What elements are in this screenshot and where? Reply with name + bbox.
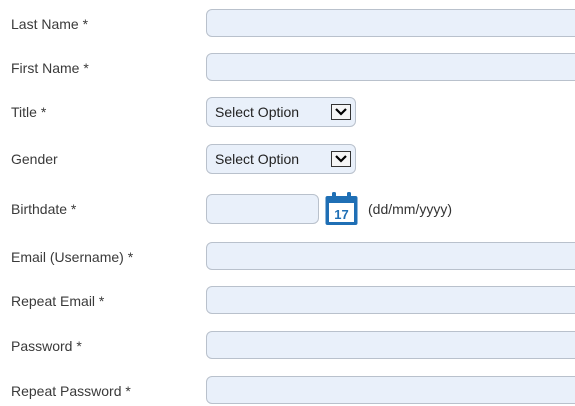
birthdate-field[interactable] [206, 194, 319, 224]
password-label: Password * [11, 338, 82, 354]
gender-label: Gender [11, 151, 58, 167]
title-select-value: Select Option [215, 104, 300, 120]
first-name-row: First Name * [0, 53, 575, 83]
gender-row: Gender Select Option [0, 144, 575, 174]
chevron-down-icon[interactable] [331, 104, 351, 120]
last-name-field[interactable] [206, 9, 575, 37]
repeat-email-row: Repeat Email * [0, 286, 575, 316]
title-label: Title * [11, 104, 47, 120]
last-name-label: Last Name * [11, 16, 89, 32]
password-row: Password * [0, 331, 575, 361]
repeat-password-row: Repeat Password * [0, 376, 575, 406]
title-row: Title * Select Option [0, 97, 575, 127]
repeat-password-label: Repeat Password * [11, 383, 131, 399]
email-label: Email (Username) * [11, 249, 134, 265]
email-row: Email (Username) * [0, 242, 575, 272]
birthdate-label: Birthdate * [11, 201, 77, 217]
calendar-icon[interactable]: 17 [324, 191, 359, 226]
first-name-label: First Name * [11, 60, 89, 76]
calendar-day: 17 [334, 207, 348, 222]
title-select[interactable]: Select Option [206, 97, 356, 127]
first-name-field[interactable] [206, 53, 575, 81]
date-format-hint: (dd/mm/yyyy) [368, 201, 452, 217]
birthdate-row: Birthdate * 17 (dd/mm/yyyy) [0, 191, 575, 226]
repeat-password-field[interactable] [206, 376, 575, 404]
repeat-email-label: Repeat Email * [11, 293, 105, 309]
chevron-down-icon[interactable] [331, 151, 351, 167]
gender-select-value: Select Option [215, 151, 300, 167]
gender-select[interactable]: Select Option [206, 144, 356, 174]
last-name-row: Last Name * [0, 9, 575, 39]
password-field[interactable] [206, 331, 575, 359]
repeat-email-field[interactable] [206, 286, 575, 314]
email-field[interactable] [206, 242, 575, 270]
